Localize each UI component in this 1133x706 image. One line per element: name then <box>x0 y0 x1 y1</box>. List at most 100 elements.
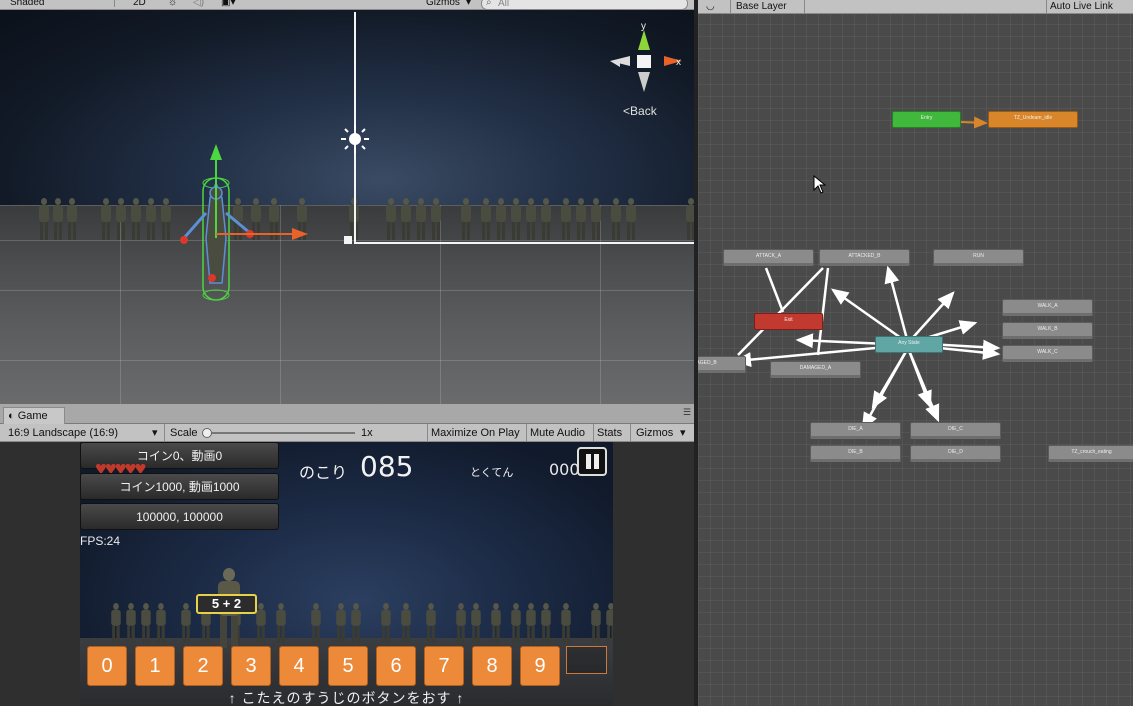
zombie-figure <box>400 198 411 240</box>
node-die-a[interactable]: DIE_A <box>810 422 901 439</box>
node-die-c[interactable]: DIE_C <box>910 422 1001 439</box>
directional-light-icon[interactable] <box>339 123 371 155</box>
node-exit[interactable]: Exit <box>754 313 823 330</box>
pause-button[interactable] <box>577 447 607 476</box>
node-entry[interactable]: Entry <box>892 111 961 128</box>
node-any-state[interactable]: Any State <box>875 336 943 353</box>
node-run[interactable]: RUN <box>933 249 1024 266</box>
zombie-figure <box>525 198 536 240</box>
number-button-5[interactable]: 5 <box>328 646 368 686</box>
scene-view[interactable]: y x <Back Shaded 2D ☼ ◁) ▣▾ Gizmos ▾ All… <box>0 0 694 404</box>
node-damaged-b[interactable]: DAMAGED_B <box>698 356 746 373</box>
zombie-figure <box>115 198 126 240</box>
number-button-0[interactable]: 0 <box>87 646 127 686</box>
node-walk-a[interactable]: WALK_A <box>1002 299 1093 316</box>
score-label: とくてん <box>470 466 514 479</box>
zombie-figure <box>560 603 571 643</box>
debug-coin100000-button[interactable]: 100000, 100000 <box>80 503 279 530</box>
shading-mode-dropdown[interactable]: Shaded <box>10 0 44 10</box>
aspect-ratio-dropdown[interactable]: 16:9 Landscape (16:9) <box>8 426 118 440</box>
camera-marker <box>344 236 352 244</box>
search-icon: ⌕ <box>486 0 492 8</box>
audio-toggle-icon[interactable]: ◁) <box>193 0 204 10</box>
tab-menu-icon[interactable]: ☰ <box>683 407 691 418</box>
number-button-1[interactable]: 1 <box>135 646 175 686</box>
number-button-6[interactable]: 6 <box>376 646 416 686</box>
zombie-figure <box>540 198 551 240</box>
game-toolbar: 16:9 Landscape (16:9) ▾ Scale 1x Maximiz… <box>0 424 694 442</box>
zombie-figure <box>38 198 49 240</box>
node-attack-a[interactable]: ATTACK_A <box>723 249 814 266</box>
maximize-on-play-button[interactable]: Maximize On Play <box>431 426 520 440</box>
scene-gizmos-dropdown[interactable]: Gizmos <box>426 0 460 10</box>
zombie-figure <box>275 603 286 643</box>
unity-editor: y x <Back Shaded 2D ☼ ◁) ▣▾ Gizmos ▾ All… <box>0 0 1133 706</box>
node-crouch-eating[interactable]: TZ_crouch_eating <box>1048 445 1133 462</box>
scene-search-input[interactable]: All <box>481 0 688 10</box>
scene-toolbar: Shaded 2D ☼ ◁) ▣▾ Gizmos ▾ All ⌕ <box>0 0 694 10</box>
number-button-3[interactable]: 3 <box>231 646 271 686</box>
debug-coin1000-button[interactable]: コイン1000, 動画1000 <box>80 473 279 500</box>
zombie-figure <box>455 603 466 643</box>
zombie-figure <box>430 198 441 240</box>
zombie-figure <box>540 603 551 643</box>
remaining-value: 085 <box>360 450 414 483</box>
scale-label: Scale <box>170 427 198 439</box>
node-default-idle[interactable]: TZ_Undeam_idle <box>988 111 1078 128</box>
node-walk-b[interactable]: WALK_B <box>1002 322 1093 339</box>
stats-button[interactable]: Stats <box>597 426 622 440</box>
zombie-figure <box>425 603 436 643</box>
zombie-figure <box>310 603 321 643</box>
2d-toggle[interactable]: 2D <box>133 0 146 10</box>
selected-character-gizmo[interactable] <box>170 138 320 308</box>
node-damaged-a[interactable]: DAMAGED_A <box>770 361 861 378</box>
node-walk-c[interactable]: WALK_C <box>1002 345 1093 362</box>
scale-slider-track[interactable] <box>205 432 355 434</box>
node-die-d[interactable]: DIE_D <box>910 445 1001 462</box>
answer-slot <box>566 646 607 674</box>
number-button-4[interactable]: 4 <box>279 646 319 686</box>
instruction-text: ↑ こたえのすうじのボタンをおす ↑ <box>228 690 465 706</box>
back-view-label[interactable]: <Back <box>623 104 657 118</box>
animator-toolbar: ◡ Base Layer Auto Live Link <box>698 0 1133 14</box>
score-value: 000 <box>549 460 580 479</box>
number-button-2[interactable]: 2 <box>183 646 223 686</box>
zombie-figure <box>605 603 613 643</box>
zombie-figure <box>510 198 521 240</box>
zombie-figure <box>145 198 156 240</box>
node-die-b[interactable]: DIE_B <box>810 445 901 462</box>
layer-eye-icon[interactable]: ◡ <box>706 0 715 13</box>
zombie-figure <box>490 603 501 643</box>
zombie-figure <box>140 603 151 643</box>
lighting-toggle-icon[interactable]: ☼ <box>168 0 177 10</box>
game-gizmos-button[interactable]: Gizmos <box>636 426 673 440</box>
zombie-figure <box>590 198 601 240</box>
zombie-figure <box>480 198 491 240</box>
ground-guide-line <box>356 242 694 244</box>
zombie-figure <box>385 198 396 240</box>
mute-audio-button[interactable]: Mute Audio <box>530 426 585 440</box>
zombie-figure <box>125 603 136 643</box>
zombie-figure <box>155 603 166 643</box>
tab-game[interactable]: ◐ Game <box>3 407 65 424</box>
zombie-figure <box>460 198 471 240</box>
auto-live-link-toggle[interactable]: Auto Live Link <box>1050 0 1113 13</box>
zombie-figure <box>590 603 601 643</box>
mouse-cursor-icon <box>813 175 827 194</box>
number-button-9[interactable]: 9 <box>520 646 560 686</box>
game-view[interactable]: コイン0、動画0 ♥♥♥♥♥ コイン1000, 動画1000 100000, 1… <box>80 442 613 706</box>
layer-breadcrumb[interactable]: Base Layer <box>736 0 787 13</box>
zombie-figure <box>685 198 694 240</box>
zombie-figure <box>52 198 63 240</box>
node-attacked-b[interactable]: ATTACKED_B <box>819 249 910 266</box>
effects-dropdown-icon[interactable]: ▣▾ <box>221 0 235 10</box>
game-tab-icon: ◐ <box>8 410 15 422</box>
scene-orientation-gizmo[interactable]: y x <box>610 18 690 118</box>
zombie-figure <box>575 198 586 240</box>
axis-x-label: x <box>676 57 681 68</box>
remaining-label: のこり <box>299 463 348 482</box>
number-button-8[interactable]: 8 <box>472 646 512 686</box>
scale-slider-handle[interactable] <box>202 428 212 438</box>
animator-window[interactable]: Entry TZ_Undeam_idle ATTACK_A ATTACKED_B… <box>698 0 1133 706</box>
number-button-7[interactable]: 7 <box>424 646 464 686</box>
